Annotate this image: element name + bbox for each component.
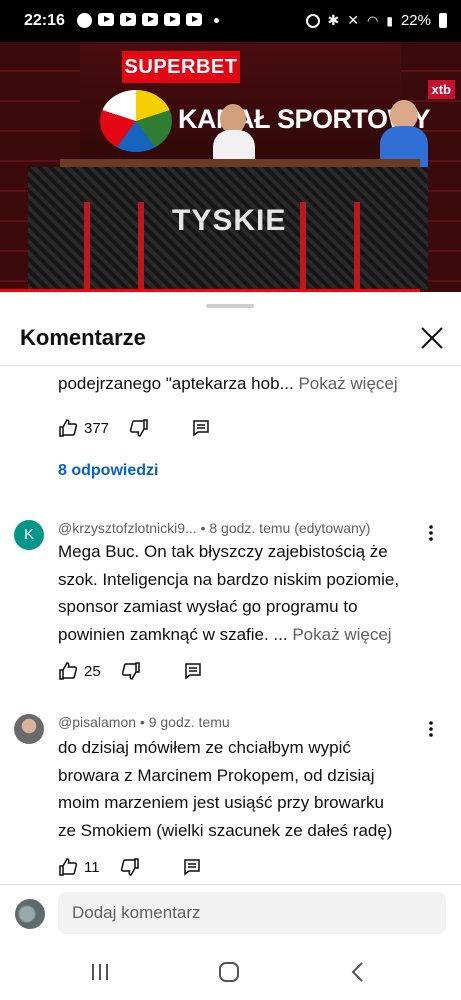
comment-actions: 11 (58, 855, 202, 878)
comment-meta: @pisalamon • 9 godz. temu (58, 714, 230, 730)
youtube-icon (98, 13, 114, 26)
comment-line: browara z Marcinem Prokopem, od dzisiaj (58, 765, 375, 785)
show-more-link[interactable]: Pokaż więcej (292, 625, 391, 644)
sheet-title: Komentarze (20, 325, 146, 350)
comment-line: Mega Buc. On tak błyszczy zajebistością … (58, 542, 388, 561)
reply-icon[interactable] (191, 418, 211, 438)
signal-icon: ▮ (386, 13, 393, 28)
comment-body: podejrzanego "aptekarza hob... Pokaż wię… (58, 370, 438, 398)
like-count: 377 (84, 419, 110, 437)
stool (84, 202, 144, 292)
clock: 22:16 (24, 12, 65, 29)
comment-line: szok. Inteligencja na bardzo niskim pozi… (58, 569, 400, 589)
comments-sheet: Komentarze podejrzanego "aptekarza hob..… (0, 292, 461, 1000)
back-icon[interactable] (344, 958, 372, 986)
comment-line: moim marzeniem jest usiąść przy browarku (58, 793, 384, 812)
avatar[interactable]: K (14, 520, 44, 550)
comment-body: do dzisiaj mówiłem ze chciałbym wypić br… (58, 734, 438, 844)
add-comment-divider (0, 884, 461, 885)
youtube-icon (164, 13, 180, 26)
dislike-icon[interactable] (121, 661, 141, 681)
comment-actions: 377 (58, 416, 211, 440)
facebook-icon (77, 13, 92, 28)
dislike-icon[interactable] (129, 418, 149, 438)
system-navigation-bar (0, 944, 461, 1000)
notification-icons (77, 13, 219, 28)
alarm-icon (305, 13, 320, 28)
comment-meta: @krzysztofzlotnicki9... • 8 godz. temu (… (58, 520, 370, 536)
comment-text: podejrzanego "aptekarza hob... (58, 374, 294, 393)
status-bar: 22:16 ✱ ✕ ◠ ▮ 22% (0, 0, 461, 42)
battery-icon (439, 13, 447, 28)
comment-actions: 25 (58, 659, 203, 683)
youtube-icon (142, 13, 158, 26)
sponsor-sign: SUPERBET (122, 51, 240, 83)
channel-logo (100, 90, 172, 152)
mute-icon: ✕ (347, 12, 360, 28)
desk-sign: TYSKIE (172, 204, 287, 237)
youtube-icon (120, 13, 136, 26)
comment-line: ze Smokiem (wielki szacunek ze dałeś rad… (58, 820, 393, 840)
like-count: 25 (84, 662, 101, 680)
reply-icon[interactable] (182, 857, 202, 877)
like-icon[interactable] (58, 857, 78, 877)
comment-time: • 8 godz. temu (edytowany) (200, 520, 371, 536)
drag-handle[interactable] (206, 304, 254, 308)
like-icon[interactable] (58, 418, 78, 438)
like-count: 11 (84, 858, 100, 876)
comment-author[interactable]: @pisalamon (58, 714, 136, 730)
comment-time: • 9 godz. temu (139, 714, 230, 730)
recent-apps-icon[interactable] (86, 958, 114, 986)
view-replies-link[interactable]: 8 odpowiedzi (58, 462, 158, 480)
comment-line: powinien zamknąć w szafie. ... (58, 624, 288, 644)
close-icon[interactable] (416, 322, 448, 354)
dislike-icon[interactable] (120, 857, 140, 877)
corner-sign: xtb (427, 80, 455, 99)
my-avatar[interactable] (15, 899, 45, 929)
like-icon[interactable] (58, 661, 78, 681)
home-icon[interactable] (215, 958, 243, 986)
comment-body: Mega Buc. On tak błyszczy zajebistością … (58, 538, 438, 648)
youtube-icon (186, 13, 202, 26)
comments-list[interactable]: podejrzanego "aptekarza hob... Pokaż wię… (0, 366, 461, 878)
video-player[interactable]: SUPERBET KANAŁ SPORTOWY xtb TYSKIE (0, 42, 461, 292)
battery-percent: 22% (400, 12, 431, 29)
avatar[interactable] (14, 714, 44, 744)
add-comment-input[interactable]: Dodaj komentarz (58, 892, 446, 934)
comment-line: do dzisiaj mówiłem ze chciałbym wypić (58, 738, 351, 757)
wifi-icon: ◠ (367, 12, 379, 28)
system-icons: ✱ ✕ ◠ ▮ 22% (305, 12, 447, 29)
bluetooth-icon: ✱ (327, 12, 340, 28)
comment-author[interactable]: @krzysztofzlotnicki9... (58, 520, 197, 536)
reply-icon[interactable] (183, 661, 203, 681)
show-more-link[interactable]: Pokaż więcej (298, 374, 397, 393)
stool (300, 202, 360, 292)
more-notifications-dot (214, 18, 219, 23)
comment-line: sponsor zamiast wysłać go programu to (58, 597, 358, 616)
